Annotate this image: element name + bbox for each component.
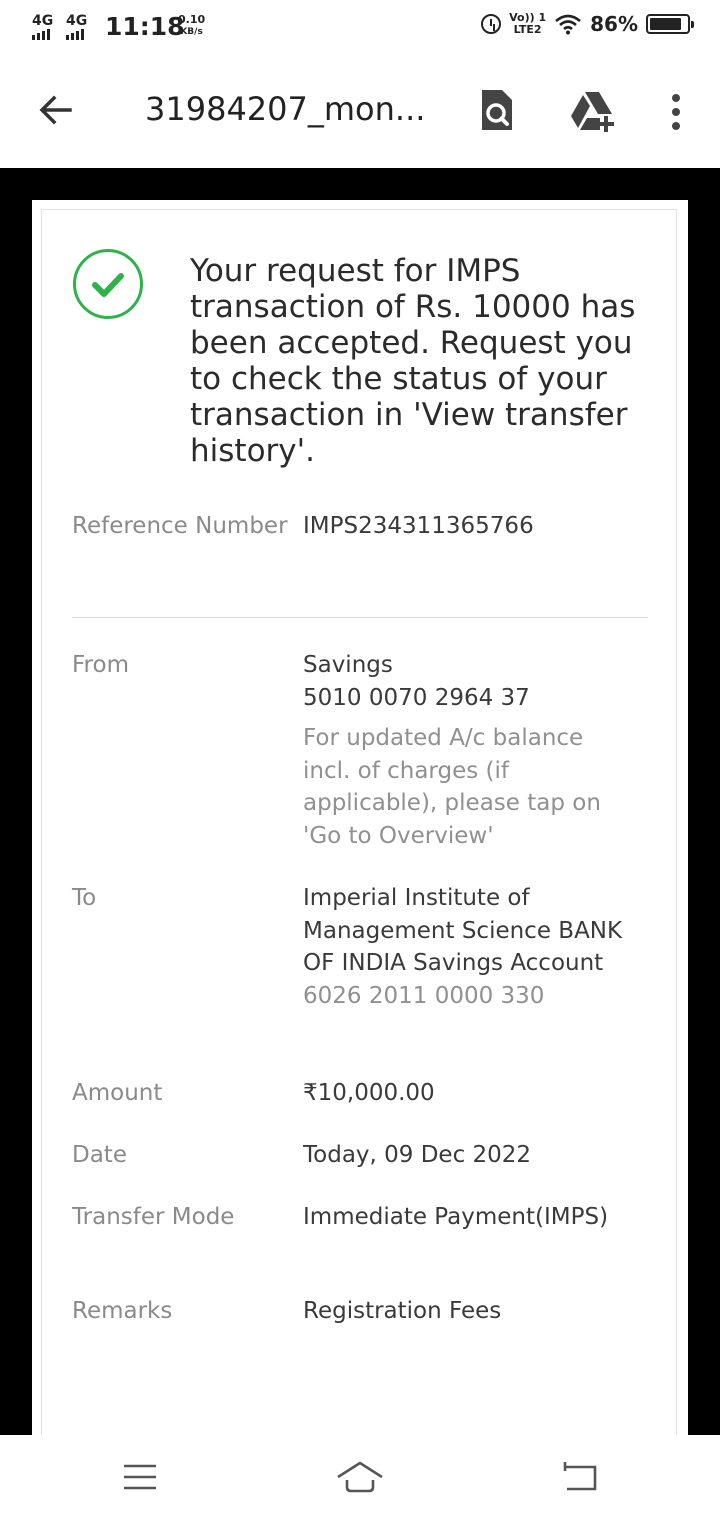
more-vertical-icon[interactable] [660,90,692,134]
date-label: Date [72,1142,127,1168]
speed-value: 0.10 [178,13,206,26]
network-speed: 0.10 KB/s [178,14,205,38]
document-title: 31984207_mon... [145,90,426,128]
document-page: Your request for IMPS transaction of Rs.… [32,200,688,1435]
status-bar: 4G 4G 11:18 0.10 KB/s Vo)) 1 LTE2 86% [0,0,720,58]
to-label: To [72,885,97,911]
back-arrow-icon[interactable] [34,88,78,132]
navigation-bar [0,1435,720,1520]
confirmation-message: Your request for IMPS transaction of Rs.… [190,253,636,469]
signal-2-icon: 4G [66,14,87,40]
divider [72,617,648,618]
home-icon[interactable] [335,1453,385,1501]
from-value: Savings 5010 0070 2964 37 For updated A/… [303,649,623,852]
to-account-number: 6026 2011 0000 330 [303,982,545,1009]
from-balance-note: For updated A/c balance incl. of charges… [303,725,601,849]
battery-icon [646,14,694,34]
back-icon[interactable] [555,1453,605,1501]
network-2-label: 4G [66,13,88,29]
check-circle-icon [73,249,143,319]
wifi-icon [555,14,581,35]
clock: 11:18 [105,12,185,41]
to-value: Imperial Institute of Management Science… [303,882,623,1012]
volte-line2: LTE2 [513,23,542,36]
from-label: From [72,652,129,678]
volte-indicator: Vo)) 1 LTE2 [509,12,546,36]
to-payee: Imperial Institute of Management Science… [303,885,623,976]
amount-value: ₹10,000.00 [303,1080,435,1106]
battery-percent: 86% [590,12,638,36]
remarks-label: Remarks [72,1298,173,1324]
transfer-mode-label: Transfer Mode [72,1204,235,1230]
from-account-number: 5010 0070 2964 37 [303,684,530,711]
remarks-value: Registration Fees [303,1298,502,1324]
network-1-label: 4G [32,13,54,29]
alarm-icon [481,14,502,34]
menu-icon[interactable] [115,1453,165,1501]
speed-unit: KB/s [180,27,203,37]
date-value: Today, 09 Dec 2022 [303,1142,532,1168]
drive-add-icon[interactable] [568,86,616,134]
transfer-mode-value: Immediate Payment(IMPS) [303,1204,609,1230]
app-bar: 31984207_mon... [0,58,720,168]
signal-1-icon: 4G [32,14,53,40]
document-viewer[interactable]: Your request for IMPS transaction of Rs.… [0,168,720,1435]
status-icons: Vo)) 1 LTE2 86% [481,12,694,36]
document-search-icon[interactable] [472,86,520,134]
amount-label: Amount [72,1080,163,1106]
reference-value: IMPS234311365766 [303,513,534,539]
reference-label: Reference Number [72,513,288,539]
from-account-type: Savings [303,652,393,678]
receipt-card: Your request for IMPS transaction of Rs.… [41,209,677,1435]
